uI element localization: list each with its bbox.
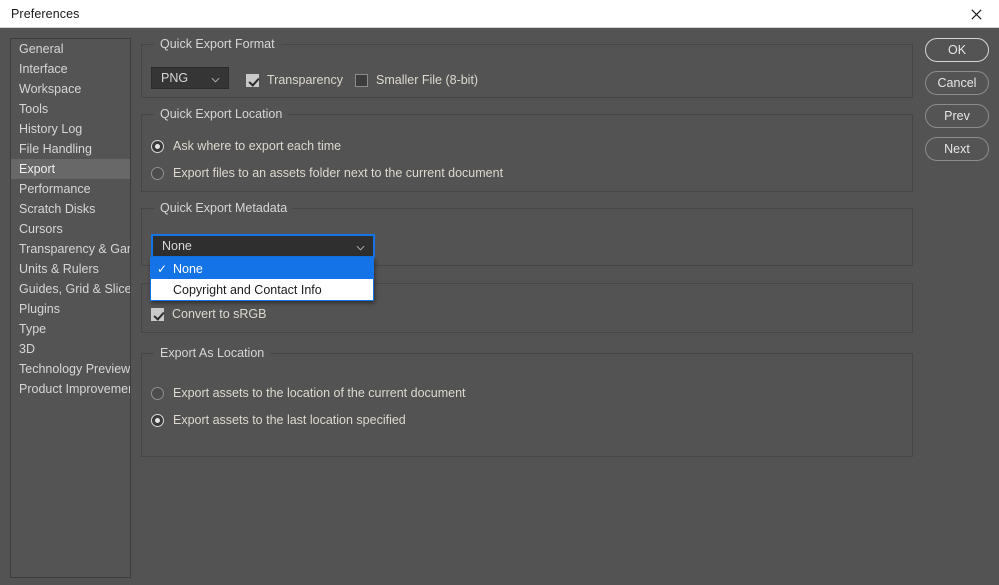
radio-label-export-to-last-location: Export assets to the last location speci… xyxy=(173,413,406,427)
group-quick-export-location: Quick Export Location Ask where to expor… xyxy=(141,114,913,192)
preferences-dialog-body: General Interface Workspace Tools Histor… xyxy=(0,28,999,585)
sidebar-item-product-improvement[interactable]: Product Improvement xyxy=(11,379,130,399)
transparency-checkbox-row[interactable]: Transparency xyxy=(246,73,343,87)
sidebar-item-cursors[interactable]: Cursors xyxy=(11,219,130,239)
metadata-option-copyright-and-contact-info[interactable]: Copyright and Contact Info xyxy=(151,279,373,300)
sidebar-item-label: Tools xyxy=(19,102,48,116)
sidebar-item-plugins[interactable]: Plugins xyxy=(11,299,130,319)
convert-to-srgb-checkbox[interactable] xyxy=(151,308,164,321)
sidebar-item-label: Units & Rulers xyxy=(19,262,99,276)
smaller-file-label: Smaller File (8-bit) xyxy=(376,73,478,87)
radio-label-export-to-current-document: Export assets to the location of the cur… xyxy=(173,386,466,400)
chevron-down-icon xyxy=(356,242,365,251)
metadata-option-label: None xyxy=(173,262,203,276)
smaller-file-checkbox[interactable] xyxy=(355,74,368,87)
sidebar-item-type[interactable]: Type xyxy=(11,319,130,339)
quick-export-metadata-value: None xyxy=(162,239,192,253)
check-icon: ✓ xyxy=(157,263,173,275)
window-titlebar: Preferences xyxy=(0,0,999,28)
quick-export-format-select[interactable]: PNG xyxy=(151,67,229,89)
sidebar-item-label: General xyxy=(19,42,63,56)
sidebar-item-guides-grid-slices[interactable]: Guides, Grid & Slices xyxy=(11,279,130,299)
metadata-dropdown-menu[interactable]: ✓ None Copyright and Contact Info xyxy=(150,257,374,301)
sidebar-item-performance[interactable]: Performance xyxy=(11,179,130,199)
sidebar-item-label: File Handling xyxy=(19,142,92,156)
sidebar-item-label: Type xyxy=(19,322,46,336)
quick-export-format-value: PNG xyxy=(161,71,188,85)
sidebar-item-interface[interactable]: Interface xyxy=(11,59,130,79)
sidebar-item-label: Export xyxy=(19,162,55,176)
sidebar-item-label: 3D xyxy=(19,342,35,356)
sidebar-item-technology-previews[interactable]: Technology Previews xyxy=(11,359,130,379)
sidebar-item-general[interactable]: General xyxy=(11,39,130,59)
group-title-quick-export-location: Quick Export Location xyxy=(154,107,288,121)
sidebar-item-label: Performance xyxy=(19,182,91,196)
sidebar-item-label: Interface xyxy=(19,62,68,76)
radio-row-ask-where-to-export[interactable]: Ask where to export each time xyxy=(151,139,341,153)
sidebar-item-label: Technology Previews xyxy=(19,362,131,376)
group-export-as-location: Export As Location Export assets to the … xyxy=(141,353,913,457)
convert-to-srgb-label: Convert to sRGB xyxy=(172,307,266,321)
sidebar-item-label: Scratch Disks xyxy=(19,202,95,216)
cancel-button[interactable]: Cancel xyxy=(925,71,989,95)
sidebar-item-export[interactable]: Export xyxy=(11,159,130,179)
radio-export-to-assets-folder[interactable] xyxy=(151,167,164,180)
radio-export-to-current-document[interactable] xyxy=(151,387,164,400)
next-button[interactable]: Next xyxy=(925,137,989,161)
sidebar-item-file-handling[interactable]: File Handling xyxy=(11,139,130,159)
group-quick-export-format: Quick Export Format PNG Transparency Sma… xyxy=(141,44,913,98)
radio-label-export-to-assets-folder: Export files to an assets folder next to… xyxy=(173,166,503,180)
metadata-option-label: Copyright and Contact Info xyxy=(173,283,322,297)
sidebar-item-label: Workspace xyxy=(19,82,81,96)
sidebar-item-history-log[interactable]: History Log xyxy=(11,119,130,139)
group-title-quick-export-metadata: Quick Export Metadata xyxy=(154,201,293,215)
sidebar-item-label: History Log xyxy=(19,122,82,136)
sidebar-item-tools[interactable]: Tools xyxy=(11,99,130,119)
radio-label-ask-where-to-export: Ask where to export each time xyxy=(173,139,341,153)
sidebar-item-workspace[interactable]: Workspace xyxy=(11,79,130,99)
category-sidebar[interactable]: General Interface Workspace Tools Histor… xyxy=(10,38,131,578)
sidebar-item-label: Transparency & Gamut xyxy=(19,242,131,256)
transparency-checkbox[interactable] xyxy=(246,74,259,87)
group-title-export-as-location: Export As Location xyxy=(154,346,270,360)
quick-export-metadata-select[interactable]: None xyxy=(151,234,375,258)
transparency-label: Transparency xyxy=(267,73,343,87)
convert-to-srgb-checkbox-row[interactable]: Convert to sRGB xyxy=(151,307,266,321)
sidebar-item-label: Cursors xyxy=(19,222,63,236)
radio-row-export-to-assets-folder[interactable]: Export files to an assets folder next to… xyxy=(151,166,503,180)
dialog-button-column: OK Cancel Prev Next xyxy=(925,38,989,170)
smaller-file-checkbox-row[interactable]: Smaller File (8-bit) xyxy=(355,73,478,87)
sidebar-item-label: Guides, Grid & Slices xyxy=(19,282,131,296)
chevron-down-icon xyxy=(211,74,220,83)
window-title: Preferences xyxy=(11,7,80,21)
prev-button[interactable]: Prev xyxy=(925,104,989,128)
radio-export-to-last-location[interactable] xyxy=(151,414,164,427)
sidebar-item-label: Plugins xyxy=(19,302,60,316)
close-icon[interactable] xyxy=(953,0,999,28)
metadata-option-none[interactable]: ✓ None xyxy=(151,258,373,279)
radio-ask-where-to-export[interactable] xyxy=(151,140,164,153)
sidebar-item-3d[interactable]: 3D xyxy=(11,339,130,359)
group-title-quick-export-format: Quick Export Format xyxy=(154,37,281,51)
sidebar-item-label: Product Improvement xyxy=(19,382,131,396)
sidebar-item-transparency-gamut[interactable]: Transparency & Gamut xyxy=(11,239,130,259)
ok-button[interactable]: OK xyxy=(925,38,989,62)
radio-row-export-to-last-location[interactable]: Export assets to the last location speci… xyxy=(151,413,406,427)
sidebar-item-scratch-disks[interactable]: Scratch Disks xyxy=(11,199,130,219)
sidebar-item-units-rulers[interactable]: Units & Rulers xyxy=(11,259,130,279)
radio-row-export-to-current-document[interactable]: Export assets to the location of the cur… xyxy=(151,386,466,400)
